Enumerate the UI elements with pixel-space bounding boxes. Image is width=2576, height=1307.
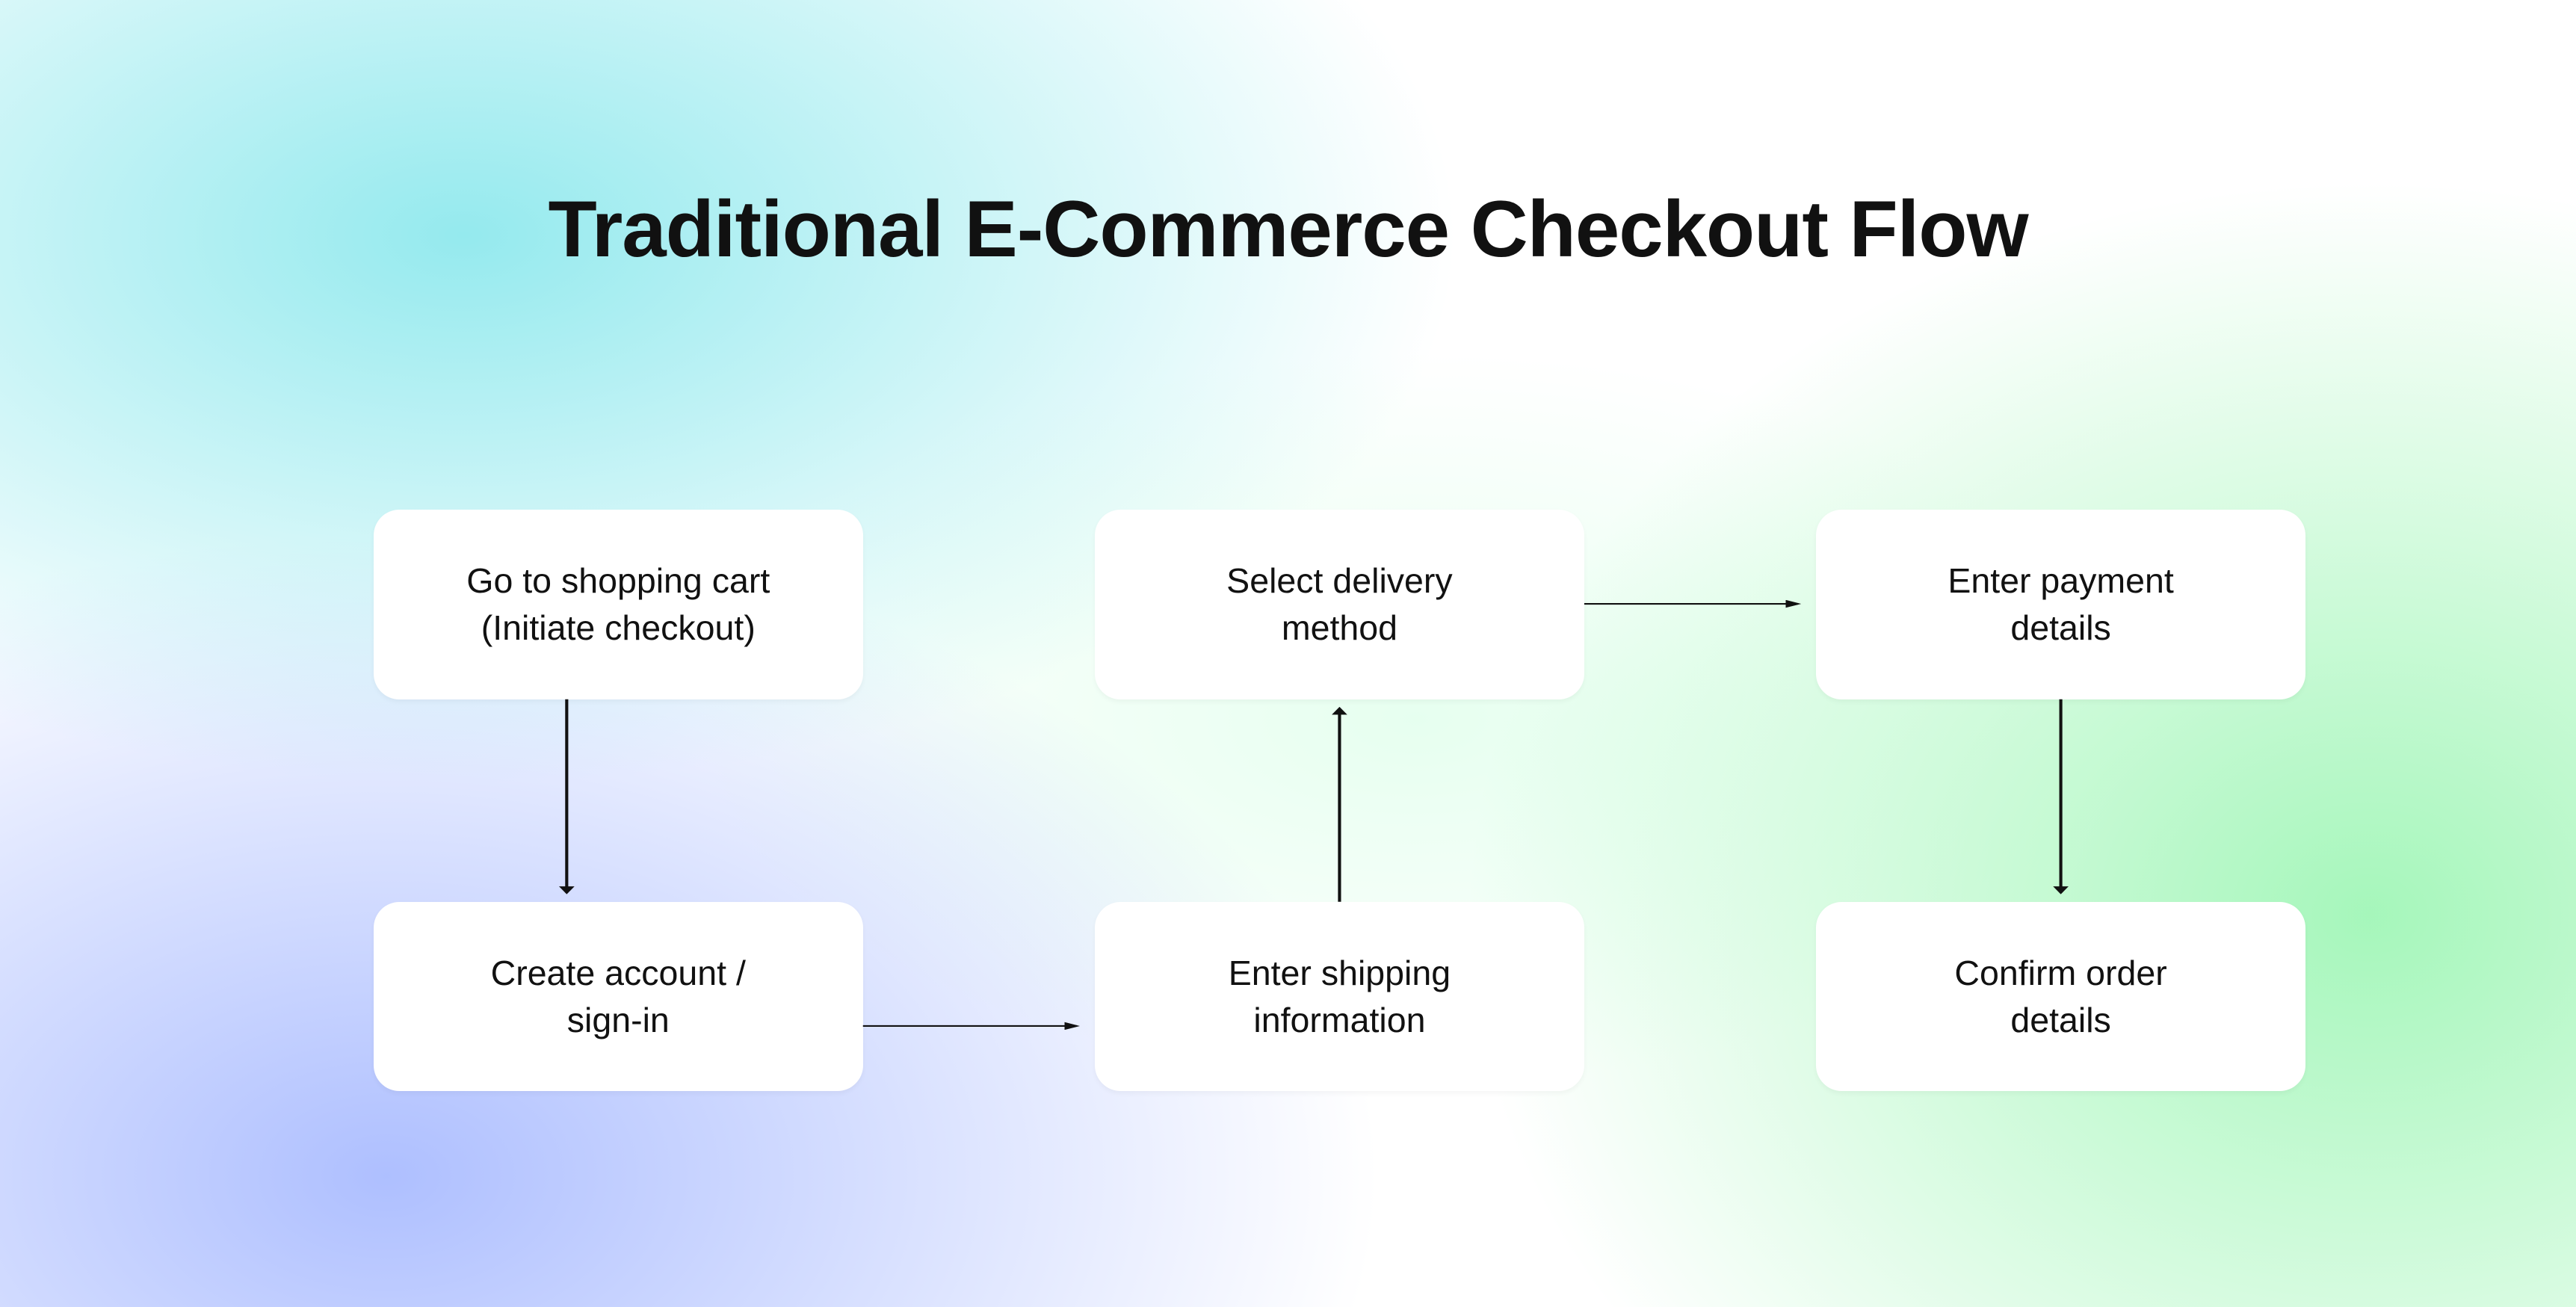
flow-arrows [0,0,2576,1307]
diagram-canvas: Traditional E-Commerce Checkout Flow Go … [0,0,2576,1307]
